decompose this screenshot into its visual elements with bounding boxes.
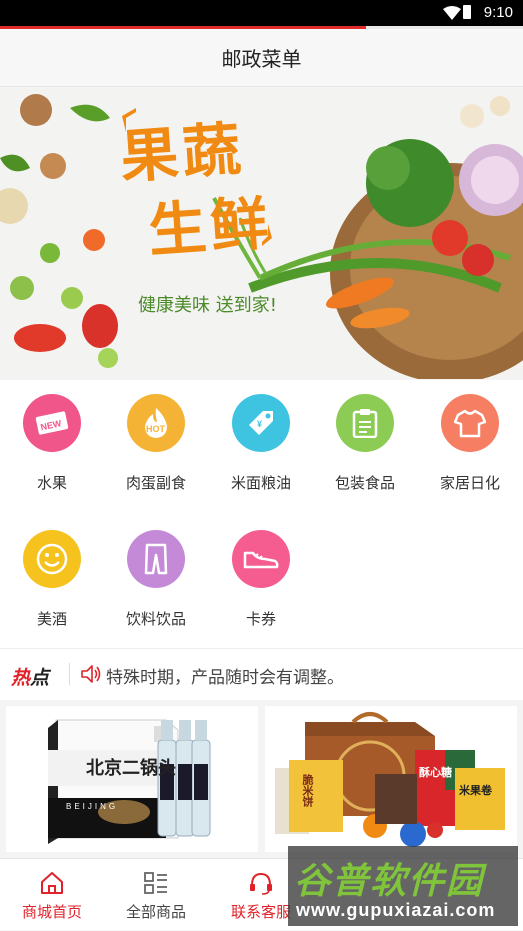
banner-headline-2: 生鲜	[146, 188, 275, 266]
category-label: 家居日化	[439, 474, 500, 492]
product-pack-label: 脆米饼	[301, 774, 314, 807]
hot-title: 热点	[11, 667, 50, 689]
product-box-title: 北京二锅头	[86, 758, 176, 779]
category-label: 美酒	[36, 610, 67, 628]
category-fruit[interactable]: NEW 水果	[0, 380, 104, 500]
watermark-url: www.gupuxiazai.com	[296, 900, 496, 920]
product-list: 北京二锅头 BEIJING 脆米饼 酥心糖 米果卷	[0, 700, 523, 858]
product-pack-label: 米果卷	[459, 784, 492, 797]
clipboard-icon	[352, 409, 378, 438]
category-icon-bg	[232, 530, 290, 588]
product-card[interactable]: 脆米饼 酥心糖 米果卷	[265, 706, 517, 852]
category-wine[interactable]: 美酒	[0, 516, 104, 636]
speaker-icon	[81, 665, 101, 683]
divider	[69, 663, 70, 685]
category-icon-bg: NEW	[23, 394, 81, 452]
tab-home[interactable]: 商城首页	[0, 859, 104, 931]
promo-banner[interactable]: 果蔬 生鲜 健康美味 送到家!	[0, 88, 523, 379]
hot-notice-bar[interactable]: 热点 特殊时期，产品随时会有调整。	[0, 648, 523, 700]
category-label: 肉蛋副食	[125, 474, 186, 492]
tab-label: 联系客服	[230, 903, 291, 921]
category-label: 饮料饮品	[125, 610, 186, 628]
smile-icon	[36, 543, 68, 575]
tab-label: 商城首页	[21, 903, 82, 921]
tab-label: 全部商品	[125, 903, 186, 921]
price-tag-icon: ¥	[249, 411, 273, 435]
category-grain-oil[interactable]: ¥ 米面粮油	[209, 380, 313, 500]
category-drinks[interactable]: 饮料饮品	[104, 516, 208, 636]
page-title: 邮政菜单	[221, 47, 302, 71]
home-icon	[41, 872, 63, 894]
site-watermark: 谷普软件园 www.gupuxiazai.com	[288, 846, 518, 926]
battery-icon	[463, 5, 471, 19]
category-vouchers[interactable]: 卡券	[209, 516, 313, 636]
svg-text:HOT: HOT	[146, 424, 166, 434]
app-header: 邮政菜单	[0, 29, 523, 87]
wifi-icon	[443, 6, 461, 20]
headset-icon	[250, 872, 272, 895]
tab-all-products[interactable]: 全部商品	[104, 859, 208, 931]
category-label: 包装食品	[334, 474, 395, 492]
grid-list-icon	[144, 872, 167, 894]
svg-text:¥: ¥	[257, 419, 262, 429]
category-packaged-food[interactable]: 包装食品	[313, 380, 417, 500]
category-household[interactable]: 家居日化	[418, 380, 522, 500]
product-card[interactable]: 北京二锅头 BEIJING	[6, 706, 258, 852]
shirt-icon	[454, 409, 486, 438]
category-label: 米面粮油	[230, 474, 291, 492]
category-icon-bg	[441, 394, 499, 452]
notice-text: 特殊时期，产品随时会有调整。	[106, 668, 344, 688]
category-label: 水果	[36, 474, 67, 492]
category-icon-bg	[23, 530, 81, 588]
watermark-logo-text: 谷普软件园	[294, 861, 485, 902]
category-icon-bg: HOT	[127, 394, 185, 452]
hot-tag-icon: HOT	[145, 408, 167, 438]
category-icon-bg	[336, 394, 394, 452]
category-icon-bg: ¥	[232, 394, 290, 452]
category-grid: NEW 水果 HOT 肉蛋副食 ¥ 米面粮油 包装食品 家居日化 美酒 饮料饮品…	[0, 380, 523, 648]
sneaker-icon	[243, 551, 279, 569]
category-icon-bg	[127, 530, 185, 588]
trousers-icon	[144, 543, 168, 575]
status-bar: 9:10	[0, 0, 523, 26]
product-box-subtitle: BEIJING	[66, 802, 119, 811]
category-meat-eggs[interactable]: HOT 肉蛋副食	[104, 380, 208, 500]
status-time: 9:10	[483, 4, 513, 21]
banner-slogan: 健康美味 送到家!	[138, 295, 277, 316]
product-pack-label: 酥心糖	[419, 766, 452, 779]
category-label: 卡券	[245, 610, 276, 628]
new-tag-icon: NEW	[35, 411, 69, 435]
